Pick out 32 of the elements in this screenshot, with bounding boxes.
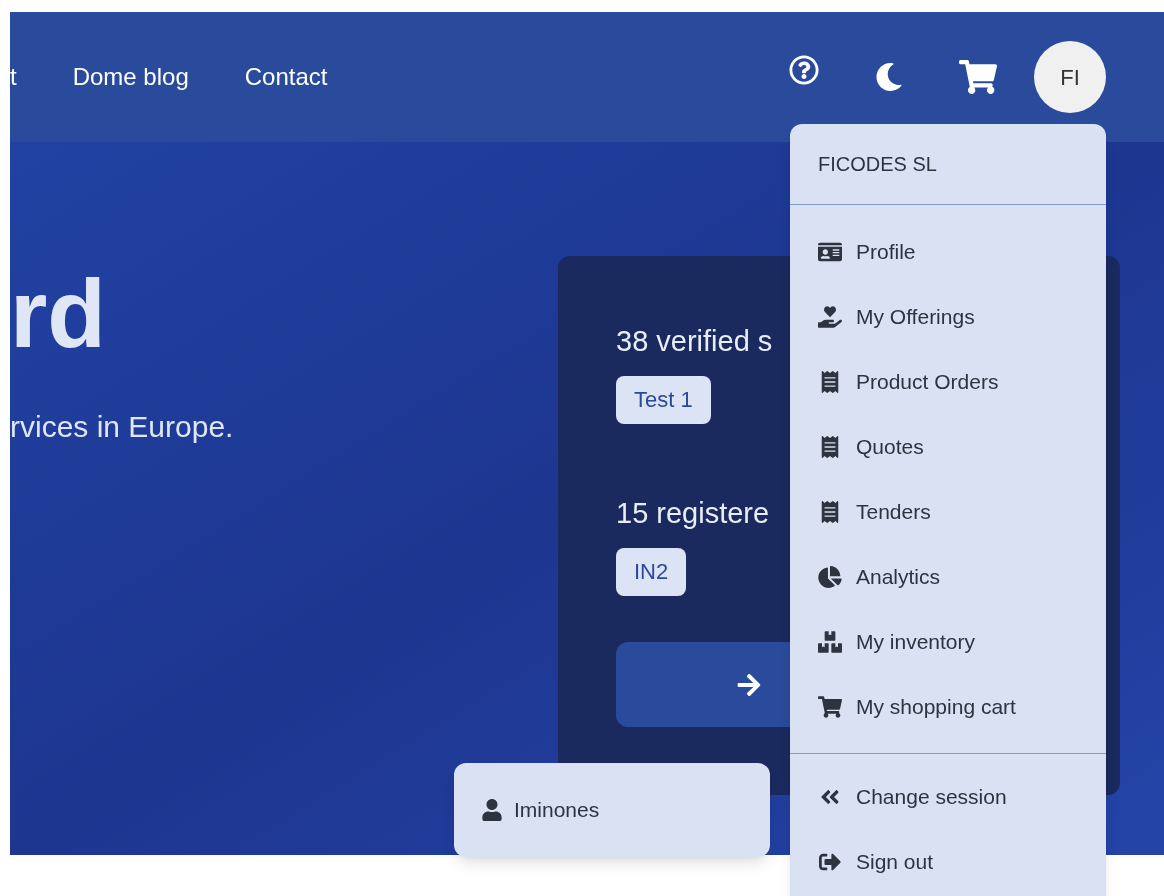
menu-item[interactable]: Tenders	[790, 479, 1106, 544]
menu-item[interactable]: Change session	[790, 764, 1106, 829]
stat-text: 38 verified s	[616, 324, 773, 359]
nav-link[interactable]: Contact	[244, 59, 328, 95]
boxes-icon	[818, 630, 842, 653]
nav-link[interactable]: t	[10, 59, 17, 95]
menu-item[interactable]: Profile	[790, 219, 1106, 284]
id-card-icon	[818, 240, 842, 263]
cart-icon[interactable]	[959, 60, 997, 94]
pie-chart-icon	[818, 565, 842, 588]
menu-item[interactable]: Analytics	[790, 544, 1106, 609]
stat-text: 15 registere	[616, 496, 770, 531]
menu-item[interactable]: My Offerings	[790, 284, 1106, 349]
menu-item[interactable]: My shopping cart	[790, 674, 1106, 739]
menu-item[interactable]: Quotes	[790, 414, 1106, 479]
help-icon[interactable]	[789, 55, 819, 85]
nav-link[interactable]: Dome blog	[72, 59, 189, 95]
stat-tag: IN2	[616, 548, 687, 596]
arrow-right-icon	[736, 671, 762, 698]
moon-icon[interactable]	[875, 63, 903, 91]
user-icon	[482, 799, 502, 821]
menu-item[interactable]: My inventory	[790, 609, 1106, 674]
hero-subtitle: rvices in Europe.	[10, 409, 235, 445]
company-name: FICODES SL	[818, 152, 937, 177]
hero-title: rd	[10, 266, 107, 362]
hand-with-heart-icon	[818, 305, 842, 328]
cart-icon	[818, 695, 842, 718]
session-user-item[interactable]: Iminones	[482, 794, 600, 826]
menu-item[interactable]: Sign out	[790, 829, 1106, 894]
stat-tag: Test 1	[616, 376, 711, 424]
avatar-button[interactable]: FI	[1034, 41, 1106, 113]
menu-item[interactable]: Product Orders	[790, 349, 1106, 414]
